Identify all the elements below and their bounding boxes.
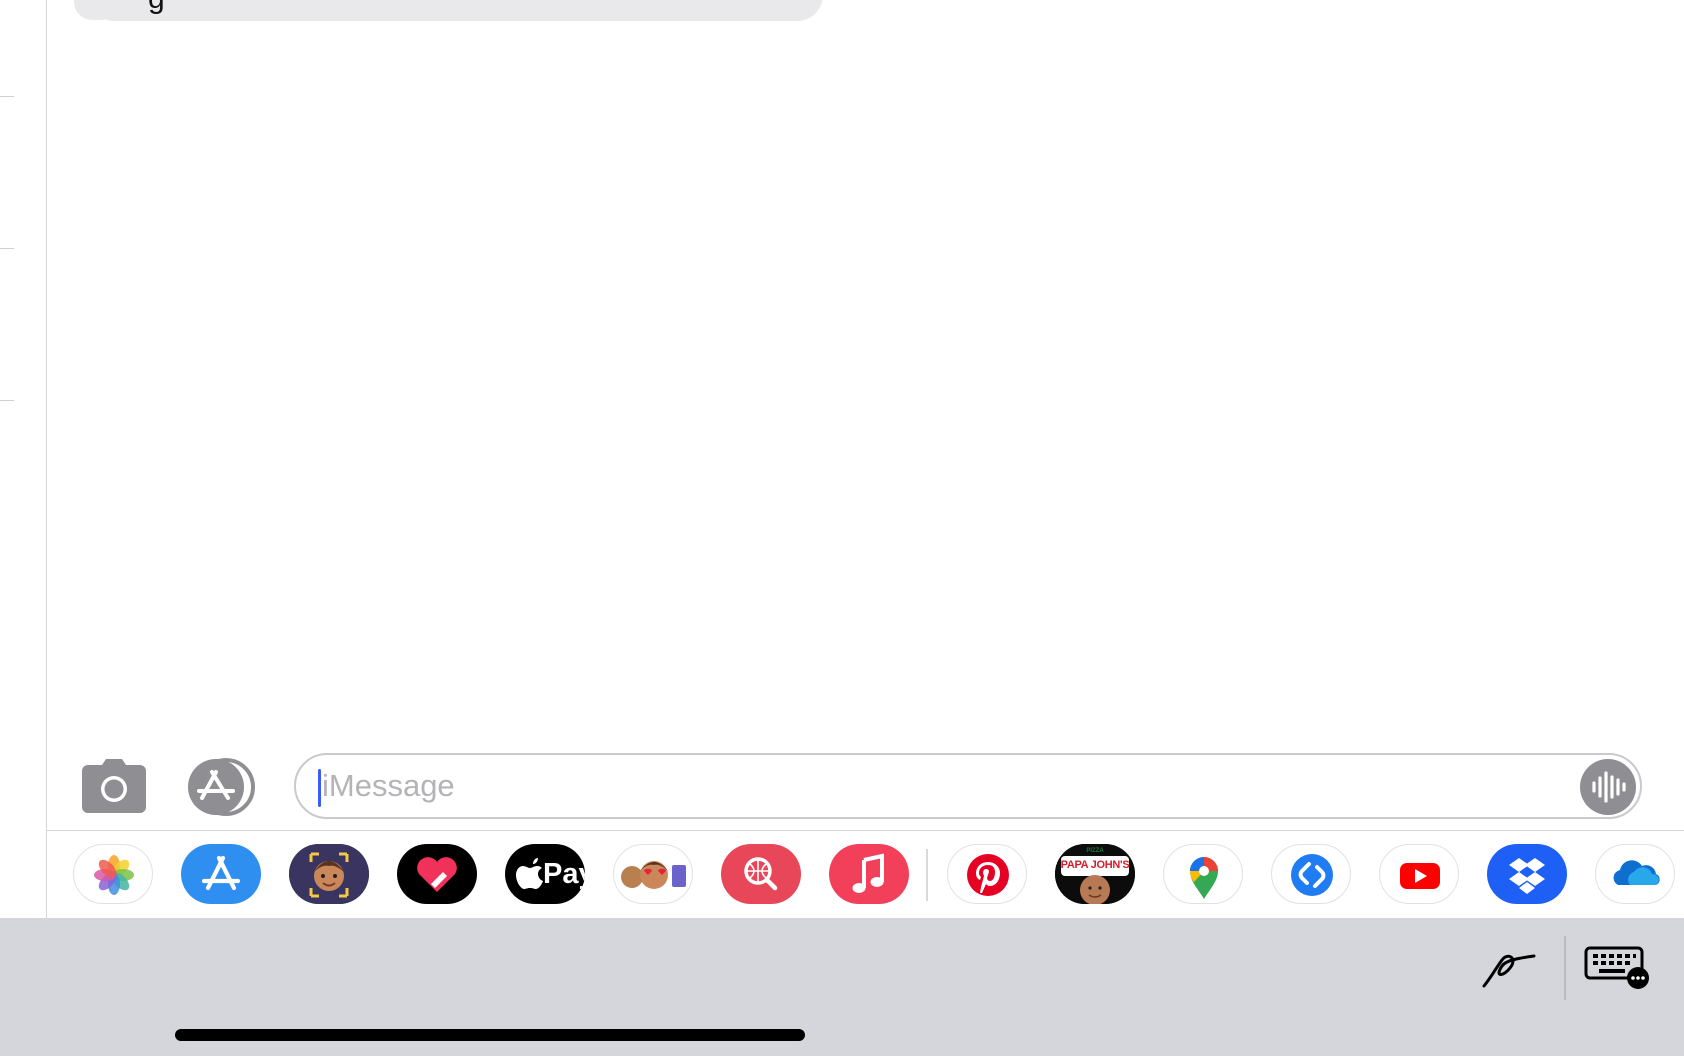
image-search-app[interactable] — [721, 844, 801, 904]
apple-pay-label: Pay — [543, 858, 585, 890]
google-maps-app[interactable] — [1163, 844, 1243, 904]
music-app[interactable] — [829, 844, 909, 904]
onedrive-app[interactable] — [1595, 844, 1675, 904]
app-store-icon — [188, 758, 255, 816]
memoji-app[interactable] — [289, 844, 369, 904]
pinterest-icon — [967, 854, 1009, 896]
app-drawer: Pay — [46, 831, 1684, 918]
digital-touch-icon — [417, 857, 457, 892]
app-store-app[interactable] — [181, 844, 261, 904]
papa-johns-label: PAPA JOHN'S — [1060, 859, 1130, 871]
apple-pay-app[interactable]: Pay — [505, 844, 585, 904]
shazam-app[interactable] — [1271, 844, 1351, 904]
received-message-bubble[interactable] — [88, 0, 823, 21]
photos-icon — [94, 855, 134, 895]
dropbox-app[interactable] — [1487, 844, 1567, 904]
conversation-list-edge — [0, 0, 47, 918]
memoji-stickers-app[interactable] — [613, 844, 693, 904]
camera-icon — [82, 759, 146, 813]
memoji-stickers-icon — [621, 861, 686, 889]
accessory-separator — [1564, 936, 1566, 1000]
shazam-icon — [1291, 854, 1333, 896]
youtube-app[interactable] — [1379, 844, 1459, 904]
keyboard-icon — [1584, 946, 1649, 989]
pinterest-app[interactable] — [947, 844, 1027, 904]
app-store-drawer-button[interactable] — [186, 758, 258, 816]
papa-johns-sub-label: PIZZA — [1086, 848, 1104, 854]
home-indicator[interactable] — [175, 1029, 805, 1041]
app-store-icon — [201, 855, 241, 891]
music-note-icon — [852, 853, 884, 893]
dropbox-icon — [1509, 858, 1545, 894]
youtube-icon — [1400, 863, 1440, 889]
scribble-button[interactable] — [1480, 946, 1538, 990]
app-drawer-separator — [926, 849, 928, 901]
onedrive-icon — [1613, 860, 1660, 885]
waveform-icon — [1592, 771, 1626, 803]
handwriting-icon — [1482, 954, 1536, 988]
keyboard-toggle-button[interactable] — [1584, 944, 1652, 990]
message-text: g — [148, 0, 165, 16]
digital-touch-app[interactable] — [397, 844, 477, 904]
text-caret — [318, 769, 321, 807]
list-divider — [0, 400, 14, 401]
list-divider — [0, 96, 14, 97]
photos-app[interactable] — [73, 844, 153, 904]
message-input[interactable] — [322, 755, 1522, 817]
camera-button[interactable] — [80, 759, 148, 815]
dictation-button[interactable] — [1580, 759, 1636, 815]
message-field[interactable] — [294, 753, 1642, 819]
papa-johns-app[interactable]: PAPA JOHN'S PIZZA — [1055, 844, 1135, 904]
google-maps-icon — [1190, 857, 1218, 899]
list-divider — [0, 248, 14, 249]
image-search-icon — [744, 857, 778, 891]
memoji-icon — [289, 844, 369, 904]
